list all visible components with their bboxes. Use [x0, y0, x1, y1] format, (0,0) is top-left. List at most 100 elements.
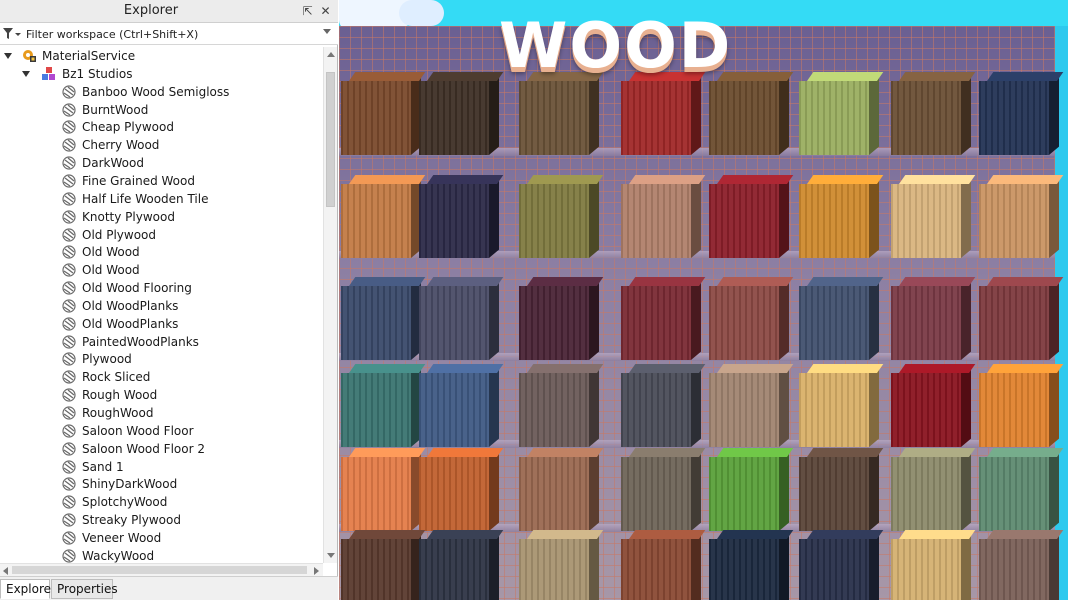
- material-cube[interactable]: [709, 530, 794, 600]
- filter-workspace-input[interactable]: [26, 25, 316, 43]
- material-cube[interactable]: [979, 530, 1064, 600]
- material-cube[interactable]: [621, 530, 706, 600]
- tree-item-material-variant[interactable]: SplotchyWood: [0, 493, 320, 511]
- cube-front-face: [519, 373, 589, 447]
- tab-explorer[interactable]: Explorer: [0, 579, 56, 599]
- material-cube[interactable]: [799, 175, 884, 259]
- tree-item-material-variant[interactable]: Cheap Plywood: [0, 118, 320, 136]
- tree-item-material-variant[interactable]: Old WoodPlanks: [0, 297, 320, 315]
- material-cube[interactable]: [709, 364, 794, 448]
- scroll-left-icon[interactable]: [3, 567, 8, 575]
- material-cube[interactable]: [979, 175, 1064, 259]
- scroll-down-icon[interactable]: [327, 553, 335, 558]
- tree-item-material-variant[interactable]: RoughWood: [0, 404, 320, 422]
- tree-item-material-variant[interactable]: WackyWood: [0, 547, 320, 563]
- cube-front-face: [799, 457, 869, 531]
- material-cube[interactable]: [709, 175, 794, 259]
- tree-item-material-variant[interactable]: ShinyDarkWood: [0, 475, 320, 493]
- tree-item-material-variant[interactable]: Rough Wood: [0, 386, 320, 404]
- material-cube[interactable]: [799, 448, 884, 532]
- undock-icon[interactable]: ⇱: [300, 3, 315, 19]
- material-cube[interactable]: [419, 530, 504, 600]
- material-cube[interactable]: [979, 364, 1064, 448]
- tree-item-material-variant[interactable]: BurntWood: [0, 101, 320, 119]
- material-cube[interactable]: [891, 277, 976, 361]
- horizontal-scroll-thumb[interactable]: [12, 566, 307, 574]
- material-cube[interactable]: [519, 448, 604, 532]
- material-cube[interactable]: [419, 72, 504, 156]
- material-cube[interactable]: [979, 72, 1064, 156]
- material-cube[interactable]: [519, 364, 604, 448]
- tree-item-material-variant[interactable]: PaintedWoodPlanks: [0, 333, 320, 351]
- vertical-scrollbar[interactable]: [323, 47, 337, 563]
- material-cube[interactable]: [799, 364, 884, 448]
- material-cube[interactable]: [419, 364, 504, 448]
- material-cube[interactable]: [621, 175, 706, 259]
- 3d-viewport[interactable]: WOOD: [339, 0, 1068, 600]
- expand-arrow-icon[interactable]: [4, 53, 12, 59]
- material-cube[interactable]: [891, 530, 976, 600]
- tab-properties[interactable]: Properties: [51, 579, 118, 599]
- tree-item-material-variant[interactable]: Old Plywood: [0, 226, 320, 244]
- tree-item-material-variant[interactable]: Half Life Wooden Tile: [0, 190, 320, 208]
- filter-icon[interactable]: [3, 28, 21, 40]
- material-cube[interactable]: [891, 448, 976, 532]
- tree-item-material-variant[interactable]: Plywood: [0, 350, 320, 368]
- material-cube[interactable]: [519, 277, 604, 361]
- tree-item-material-variant[interactable]: Old Wood: [0, 243, 320, 261]
- tree-item-material-variant[interactable]: Rock Sliced: [0, 368, 320, 386]
- material-cube[interactable]: [709, 72, 794, 156]
- material-cube[interactable]: [799, 277, 884, 361]
- material-cube[interactable]: [519, 175, 604, 259]
- material-cube[interactable]: [419, 277, 504, 361]
- material-cube[interactable]: [799, 72, 884, 156]
- filter-dropdown-icon[interactable]: [323, 29, 331, 34]
- material-cube[interactable]: [341, 448, 426, 532]
- scroll-right-icon[interactable]: [314, 567, 319, 575]
- material-cube[interactable]: [979, 448, 1064, 532]
- material-cube[interactable]: [341, 277, 426, 361]
- material-cube[interactable]: [341, 364, 426, 448]
- tree-item-bz1-studios[interactable]: Bz1 Studios: [0, 65, 320, 83]
- expand-arrow-icon[interactable]: [22, 70, 30, 77]
- material-cube[interactable]: [709, 277, 794, 361]
- material-cube[interactable]: [419, 448, 504, 532]
- material-cube[interactable]: [519, 530, 604, 600]
- material-cube[interactable]: [419, 175, 504, 259]
- material-cube[interactable]: [709, 448, 794, 532]
- material-cube[interactable]: [519, 72, 604, 156]
- material-cube[interactable]: [621, 72, 706, 156]
- tree-item-label: PaintedWoodPlanks: [82, 334, 199, 349]
- horizontal-scrollbar[interactable]: [0, 563, 323, 576]
- tree-item-material-variant[interactable]: Saloon Wood Floor: [0, 422, 320, 440]
- tree-item-material-variant[interactable]: Fine Grained Wood: [0, 172, 320, 190]
- material-cube[interactable]: [891, 175, 976, 259]
- tree-item-material-variant[interactable]: Banboo Wood Semigloss: [0, 83, 320, 101]
- tree-item-material-variant[interactable]: Veneer Wood: [0, 529, 320, 547]
- tree-item-material-variant[interactable]: Cherry Wood: [0, 136, 320, 154]
- material-cube[interactable]: [891, 72, 976, 156]
- tree-item-material-variant[interactable]: Old Wood Flooring: [0, 279, 320, 297]
- vertical-scroll-thumb[interactable]: [326, 72, 335, 207]
- cube-side-face: [961, 448, 971, 531]
- tree-item-material-variant[interactable]: Knotty Plywood: [0, 208, 320, 226]
- close-icon[interactable]: ✕: [318, 3, 333, 19]
- material-cube[interactable]: [341, 72, 426, 156]
- cube-side-face: [691, 448, 701, 531]
- tree-item-materialservice[interactable]: MaterialService: [0, 47, 320, 65]
- tree-item-material-variant[interactable]: Saloon Wood Floor 2: [0, 440, 320, 458]
- material-cube[interactable]: [799, 530, 884, 600]
- tree-item-material-variant[interactable]: Old WoodPlanks: [0, 315, 320, 333]
- tree-item-material-variant[interactable]: Streaky Plywood: [0, 511, 320, 529]
- material-cube[interactable]: [979, 277, 1064, 361]
- material-cube[interactable]: [341, 530, 426, 600]
- material-cube[interactable]: [891, 364, 976, 448]
- tree-item-material-variant[interactable]: Sand 1: [0, 458, 320, 476]
- tree-item-material-variant[interactable]: DarkWood: [0, 154, 320, 172]
- tree-item-material-variant[interactable]: Old Wood: [0, 261, 320, 279]
- material-cube[interactable]: [341, 175, 426, 259]
- material-cube[interactable]: [621, 448, 706, 532]
- scroll-up-icon[interactable]: [327, 52, 335, 57]
- material-cube[interactable]: [621, 277, 706, 361]
- material-cube[interactable]: [621, 364, 706, 448]
